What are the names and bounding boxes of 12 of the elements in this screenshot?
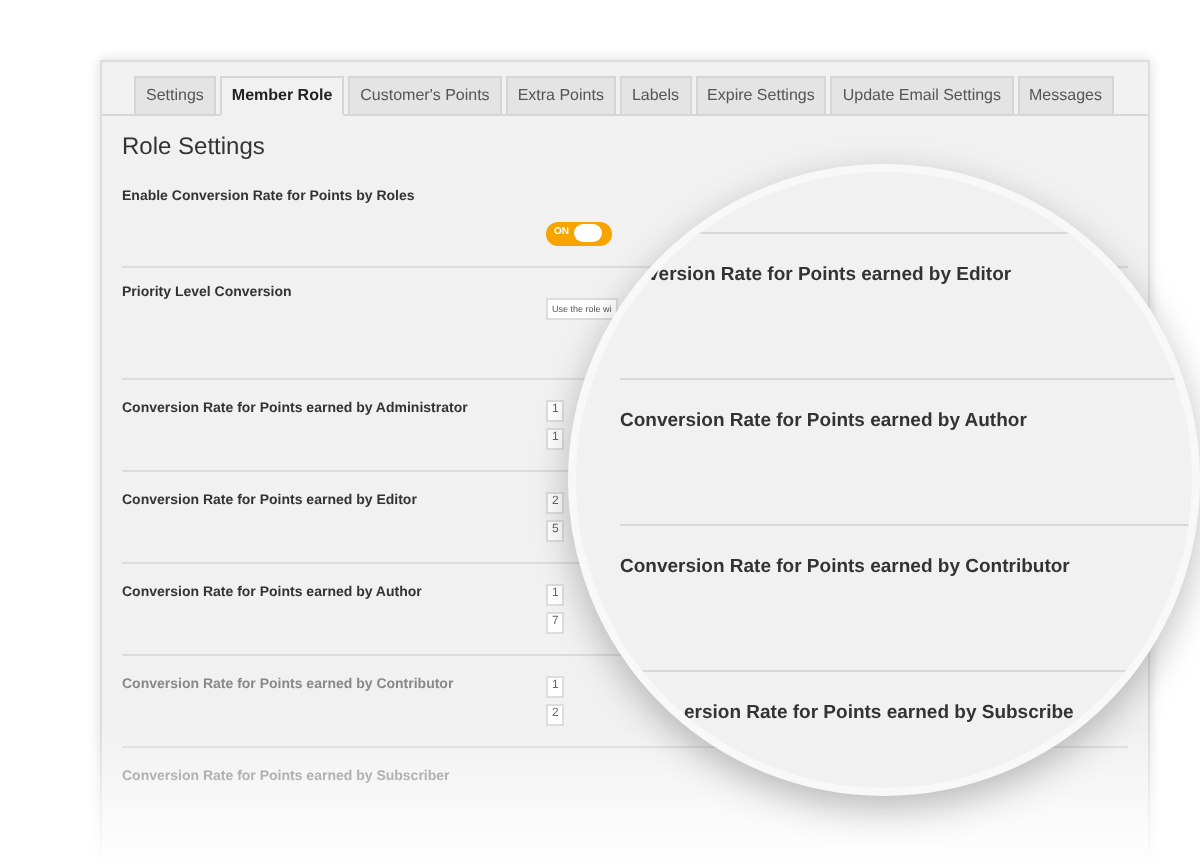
section-title: Role Settings <box>122 130 267 164</box>
magnified-label: ersion Rate for Points earned by Subscribe <box>682 700 1076 728</box>
magnified-label: Conversion Rate for Points earned by Contributor <box>620 554 1072 582</box>
tab[interactable]: Member Role <box>219 76 345 116</box>
tab[interactable]: Settings <box>134 76 216 116</box>
tab[interactable]: Extra Points <box>505 76 616 116</box>
tab[interactable]: Messages <box>1017 76 1114 116</box>
tab[interactable]: Customer's Points <box>348 76 502 116</box>
magnified-label: Conversion Rate for Points earned by Author <box>620 408 1029 436</box>
tab[interactable]: Labels <box>619 76 692 116</box>
tab[interactable]: Update Email Settings <box>830 76 1013 116</box>
tab[interactable]: Expire Settings <box>695 76 827 116</box>
